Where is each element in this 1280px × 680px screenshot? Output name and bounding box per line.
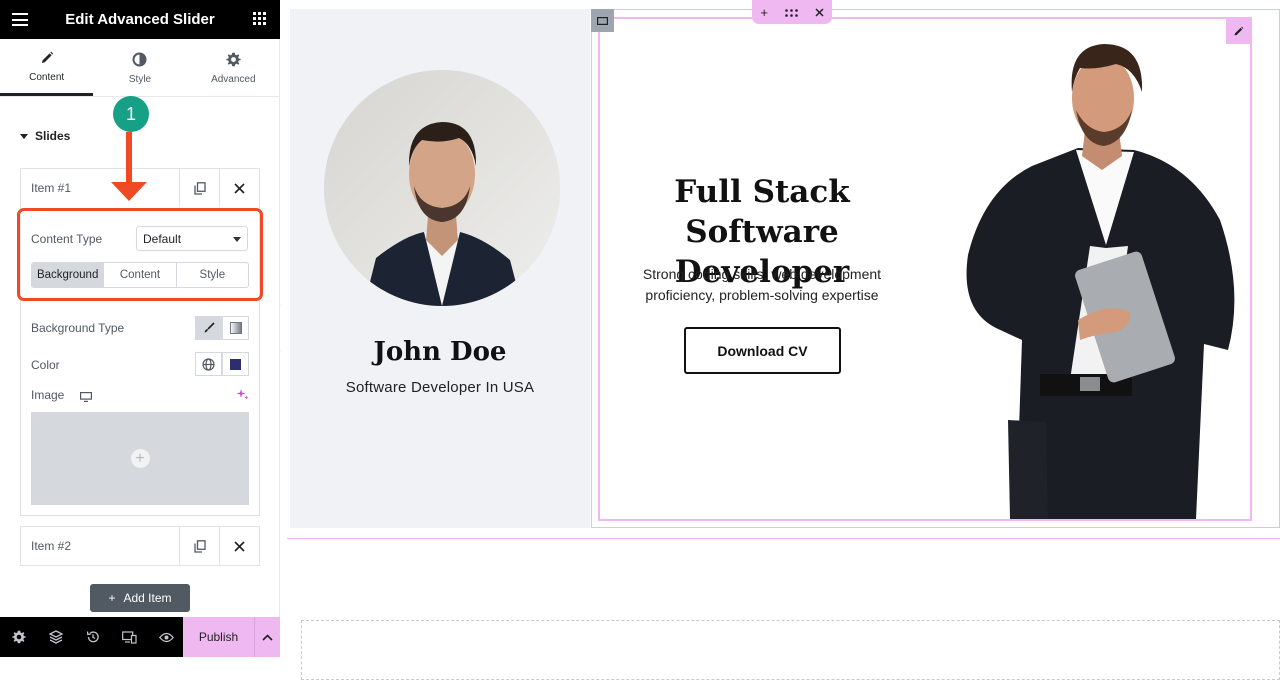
repeater-item-label: Item #1	[31, 181, 72, 195]
tab-content[interactable]: Content	[0, 39, 94, 96]
gradient-icon[interactable]	[222, 316, 249, 340]
repeater-item-label: Item #2	[31, 539, 72, 553]
callout-arrow-head	[111, 182, 147, 201]
duplicate-icon[interactable]	[179, 169, 219, 207]
add-new-section-dropzone[interactable]	[301, 620, 1280, 680]
panel-footer: Publish	[0, 617, 280, 657]
preview-eye-icon[interactable]	[148, 617, 185, 657]
hamburger-menu-icon[interactable]	[12, 13, 28, 26]
panel-tabs: Content Style Advanced	[0, 39, 280, 97]
layers-icon[interactable]	[37, 617, 74, 657]
section-title: Slides	[35, 129, 71, 143]
responsive-icon[interactable]	[111, 617, 148, 657]
slide-background-photo	[958, 40, 1250, 519]
panel-header: Edit Advanced Slider	[0, 0, 280, 39]
profile-photo	[324, 70, 560, 306]
column-handle-icon[interactable]	[591, 9, 614, 32]
color-label: Color	[31, 358, 60, 372]
section-toggle-slides[interactable]: Slides	[20, 129, 70, 143]
callout-highlight-box	[17, 208, 263, 301]
history-icon[interactable]	[74, 617, 111, 657]
editor-panel: Edit Advanced Slider Content Style Advan…	[0, 0, 280, 657]
background-type-label: Background Type	[31, 321, 125, 335]
delete-section-icon[interactable]	[815, 5, 824, 20]
close-icon[interactable]	[219, 169, 259, 207]
tab-style-label: Style	[128, 73, 152, 85]
tab-advanced[interactable]: Advanced	[187, 39, 280, 96]
download-cv-button[interactable]: Download CV	[684, 327, 841, 374]
slide-description: Strong coding skills, web development pr…	[642, 266, 882, 303]
profile-name: John Doe	[373, 337, 507, 367]
add-item-button[interactable]: + Add Item	[90, 584, 190, 612]
duplicate-icon[interactable]	[179, 527, 219, 565]
panel-title: Edit Advanced Slider	[65, 11, 215, 28]
add-image-icon: +	[130, 449, 150, 468]
publish-button[interactable]: Publish	[183, 617, 254, 657]
tab-content-label: Content	[29, 72, 65, 83]
add-section-icon[interactable]: +	[760, 5, 768, 20]
plus-icon: +	[108, 591, 116, 605]
ai-sparkle-icon[interactable]	[236, 388, 249, 406]
profile-role: Software Developer In USA	[345, 379, 535, 396]
pencil-icon	[40, 49, 54, 67]
widgets-grid-icon[interactable]	[253, 12, 266, 25]
chevron-up-icon[interactable]	[254, 617, 280, 657]
desktop-icon[interactable]	[80, 389, 93, 407]
settings-gear-icon[interactable]	[0, 617, 37, 657]
section-toolbar: +	[752, 0, 832, 24]
drag-handle-icon[interactable]	[784, 5, 798, 20]
callout-number-badge: 1	[113, 96, 149, 132]
add-item-label: Add Item	[123, 591, 172, 605]
color-swatch-button[interactable]	[222, 352, 249, 376]
image-label: Image	[31, 388, 65, 402]
callout-arrow-shaft	[126, 132, 132, 187]
global-colors-icon[interactable]	[195, 352, 222, 376]
close-icon[interactable]	[219, 527, 259, 565]
half-circle-icon	[132, 51, 147, 69]
image-upload-area[interactable]: +	[31, 412, 249, 505]
tab-style[interactable]: Style	[93, 39, 186, 96]
gear-icon	[226, 51, 241, 69]
repeater-item-2-header[interactable]: Item #2	[21, 527, 259, 565]
tab-advanced-label: Advanced	[211, 73, 256, 85]
section-boundary-line	[287, 538, 1280, 539]
classic-brush-icon[interactable]	[195, 316, 222, 340]
caret-down-icon	[20, 133, 28, 139]
color-swatch	[230, 358, 241, 370]
repeater-item-2: Item #2	[20, 526, 260, 566]
